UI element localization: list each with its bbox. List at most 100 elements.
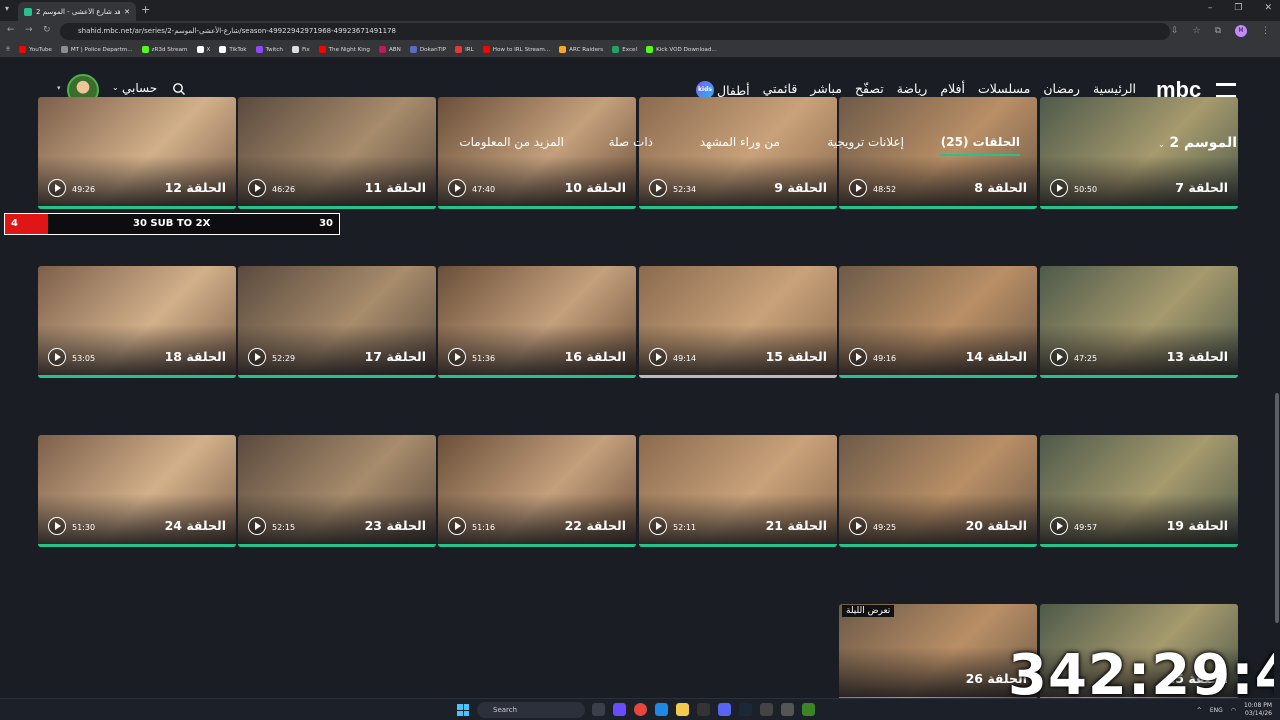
- edge-icon[interactable]: [655, 703, 668, 716]
- play-icon[interactable]: [248, 348, 266, 366]
- page-scrollbar[interactable]: [1274, 58, 1280, 698]
- episode-card[interactable]: الحلقة 23 52:15: [238, 435, 436, 547]
- tab-behind-the-scenes[interactable]: من وراء المشهد: [700, 135, 780, 149]
- task-view-icon[interactable]: [592, 703, 605, 716]
- episode-card[interactable]: الحلقة 14 49:16: [839, 266, 1037, 378]
- episode-card[interactable]: الحلقة 18 53:05: [38, 266, 236, 378]
- episode-card[interactable]: الحلقة 10 47:40: [438, 97, 636, 209]
- episode-card[interactable]: الحلقة 19 49:57: [1040, 435, 1238, 547]
- bookmark-item[interactable]: TikTok: [219, 46, 247, 53]
- forward-icon[interactable]: →: [25, 25, 33, 35]
- store-icon[interactable]: [697, 703, 710, 716]
- bookmark-item[interactable]: Excel: [612, 46, 637, 53]
- play-icon[interactable]: [48, 517, 66, 535]
- browser-tab[interactable]: شاهد شارع الأعشى - الموسم 2 | ✕: [18, 2, 136, 21]
- season-chevron-icon[interactable]: ⌄: [1158, 140, 1165, 149]
- address-bar[interactable]: shahid.mbc.net/ar/series/2-شارع-الأعشى-ا…: [60, 23, 1170, 40]
- bookmark-item[interactable]: How to IRL Stream...: [482, 46, 550, 53]
- bookmark-item[interactable]: ARC Raiders: [559, 46, 603, 53]
- wifi-icon[interactable]: ◠: [1231, 707, 1236, 714]
- restore-icon[interactable]: ❐: [1234, 3, 1242, 13]
- file-explorer-icon[interactable]: [676, 703, 689, 716]
- tab-episodes[interactable]: الحلقات (25): [941, 135, 1020, 149]
- new-tab-icon[interactable]: +: [141, 3, 150, 16]
- play-icon[interactable]: [649, 179, 667, 197]
- chevron-down-icon[interactable]: ⌄: [112, 83, 119, 92]
- play-icon[interactable]: [448, 348, 466, 366]
- steam-icon[interactable]: [739, 703, 752, 716]
- episode-card[interactable]: الحلقة 20 49:25: [839, 435, 1037, 547]
- install-icon[interactable]: ⇩: [1171, 26, 1179, 36]
- obs-icon[interactable]: [781, 703, 794, 716]
- episode-title: الحلقة 21: [765, 518, 827, 533]
- play-icon[interactable]: [48, 348, 66, 366]
- back-icon[interactable]: ←: [7, 25, 15, 35]
- bookmark-item[interactable]: X: [196, 46, 210, 53]
- episode-card[interactable]: الحلقة 16 51:36: [438, 266, 636, 378]
- bookmark-item[interactable]: YouTube: [19, 46, 52, 53]
- watch-progress-bar: [238, 544, 436, 547]
- tab-search-icon[interactable]: ▾: [5, 4, 9, 13]
- play-icon[interactable]: [1050, 517, 1068, 535]
- tab-promos[interactable]: إعلانات ترويجية: [827, 135, 904, 149]
- profile-avatar[interactable]: M: [1235, 25, 1247, 37]
- minimize-icon[interactable]: –: [1208, 3, 1213, 13]
- app-icon[interactable]: [760, 703, 773, 716]
- bookmark-item[interactable]: zR3d Stream: [141, 46, 188, 53]
- play-icon[interactable]: [448, 179, 466, 197]
- season-selector[interactable]: الموسم 2: [1169, 135, 1237, 151]
- episode-card[interactable]: الحلقة 22 51:16: [438, 435, 636, 547]
- episode-card[interactable]: الحلقة 7 50:50: [1040, 97, 1238, 209]
- discord-icon[interactable]: [718, 703, 731, 716]
- bookmark-item[interactable]: Fix: [291, 46, 310, 53]
- copilot-icon[interactable]: [613, 703, 626, 716]
- reload-icon[interactable]: ↻: [43, 25, 51, 35]
- play-icon[interactable]: [248, 179, 266, 197]
- extensions-icon[interactable]: ⧉: [1215, 26, 1221, 36]
- play-icon[interactable]: [649, 517, 667, 535]
- bookmark-item[interactable]: ABN: [378, 46, 401, 53]
- language-indicator[interactable]: ENG: [1210, 707, 1223, 714]
- episode-card[interactable]: الحلقة 13 47:25: [1040, 266, 1238, 378]
- close-window-icon[interactable]: ✕: [1264, 3, 1272, 13]
- episode-card[interactable]: الحلقة 9 52:34: [639, 97, 837, 209]
- bookmark-star-icon[interactable]: ☆: [1192, 26, 1200, 36]
- bookmark-item[interactable]: Twitch: [255, 46, 283, 53]
- episode-card[interactable]: الحلقة 12 49:26: [38, 97, 236, 209]
- play-icon[interactable]: [1050, 348, 1068, 366]
- play-icon[interactable]: [448, 517, 466, 535]
- bookmark-item[interactable]: The Night King: [318, 46, 370, 53]
- chrome-menu-icon[interactable]: ⋮: [1261, 26, 1270, 36]
- windows-start-icon[interactable]: [457, 704, 469, 716]
- taskbar-search[interactable]: Search: [477, 702, 585, 718]
- apps-icon[interactable]: ⠿: [6, 47, 10, 53]
- bookmark-item[interactable]: Kick VOD Download...: [646, 46, 717, 53]
- tab-more-info[interactable]: المزيد من المعلومات: [459, 135, 564, 149]
- episode-card[interactable]: الحلقة 11 46:26: [238, 97, 436, 209]
- episode-card[interactable]: الحلقة 8 48:52: [839, 97, 1037, 209]
- episode-card[interactable]: الحلقة 15 49:14: [639, 266, 837, 378]
- account-label[interactable]: حسابي: [122, 81, 157, 95]
- play-icon[interactable]: [649, 348, 667, 366]
- clock[interactable]: 10:08 PM 03/14/26: [1244, 702, 1272, 718]
- episode-card[interactable]: الحلقة 21 52:11: [639, 435, 837, 547]
- tab-related[interactable]: ذات صلة: [609, 135, 653, 149]
- episode-card[interactable]: الحلقة 24 51:30: [38, 435, 236, 547]
- episode-card[interactable]: الحلقة 17 52:29: [238, 266, 436, 378]
- scrollbar-thumb[interactable]: [1275, 393, 1279, 623]
- play-icon[interactable]: [248, 517, 266, 535]
- profile-menu-chevron-icon[interactable]: ▾: [57, 84, 61, 92]
- bookmark-item[interactable]: DokanTIP: [409, 46, 446, 53]
- search-icon[interactable]: [172, 82, 186, 96]
- minecraft-icon[interactable]: [802, 703, 815, 716]
- close-tab-icon[interactable]: ✕: [124, 8, 130, 16]
- play-icon[interactable]: [849, 348, 867, 366]
- play-icon[interactable]: [1050, 179, 1068, 197]
- play-icon[interactable]: [849, 517, 867, 535]
- bookmark-item[interactable]: IRL: [455, 46, 474, 53]
- play-icon[interactable]: [48, 179, 66, 197]
- chrome-icon[interactable]: [634, 703, 647, 716]
- bookmark-item[interactable]: MT | Police Departm...: [60, 46, 133, 53]
- play-icon[interactable]: [849, 179, 867, 197]
- tray-chevron-icon[interactable]: ^: [1197, 707, 1202, 714]
